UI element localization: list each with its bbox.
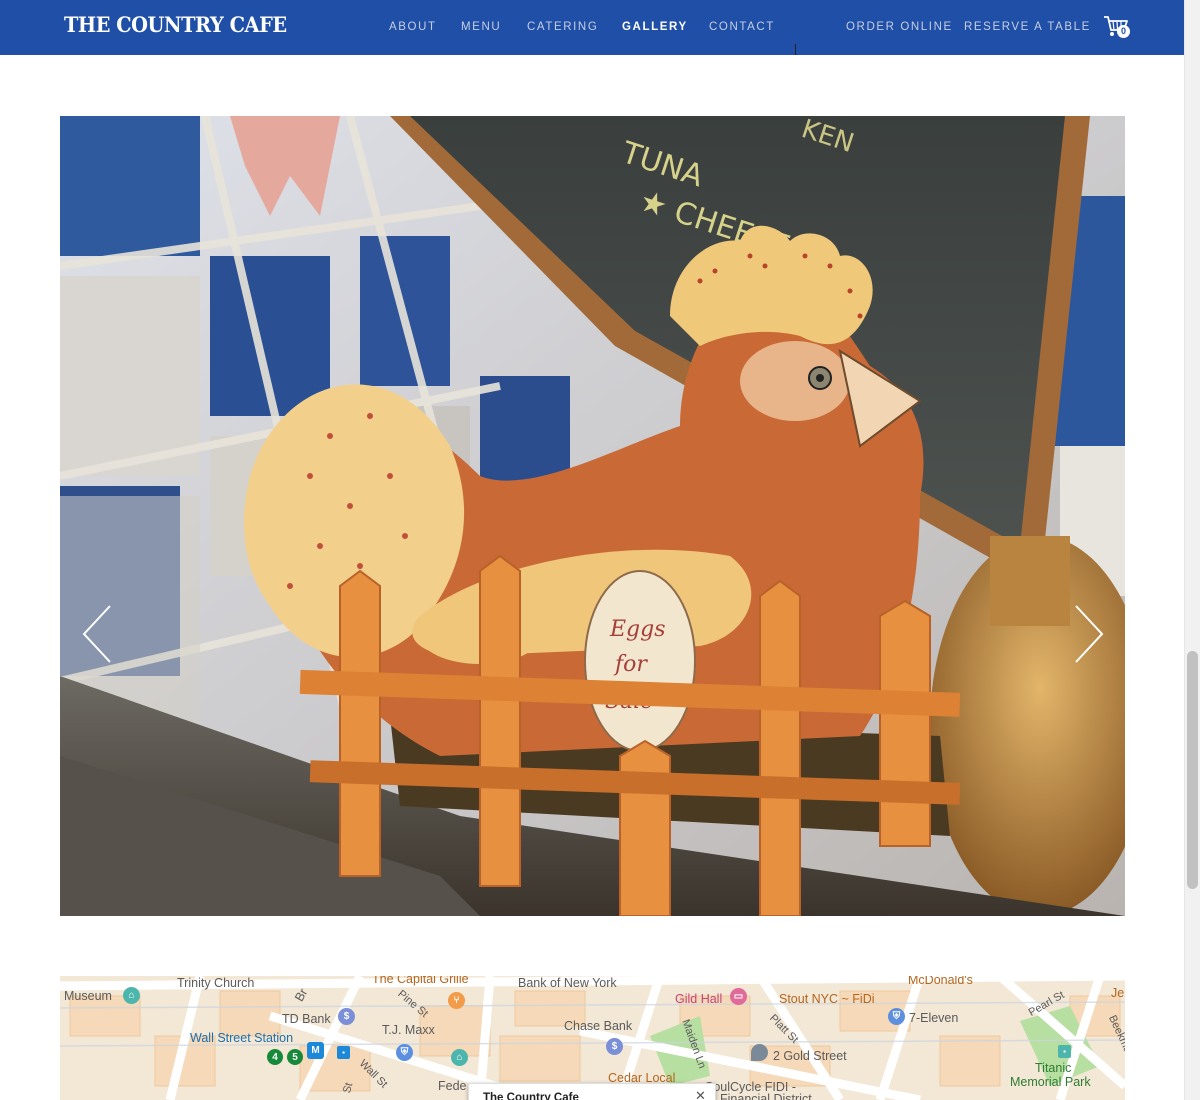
map-label-tj-maxx: T.J. Maxx [382,1023,435,1037]
infowindow-title: The Country Cafe [483,1092,579,1100]
gallery-next-arrow[interactable] [1068,604,1108,664]
subway-line-4[interactable]: 4 [267,1049,283,1065]
nav-about[interactable]: ABOUT [389,21,437,33]
close-icon[interactable]: ✕ [695,1088,706,1100]
map-label-2-gold-street: 2 Gold Street [773,1049,847,1063]
subway-line-5[interactable]: 5 [287,1049,303,1065]
gallery-prev-arrow[interactable] [78,604,118,664]
cart-count-badge: 0 [1117,25,1130,38]
map-infowindow: The Country Cafe ✕ [468,1083,716,1100]
subway-station-icon[interactable]: M [307,1042,324,1059]
landmark-icon[interactable]: ⌂ [451,1049,468,1066]
gallery-slider: TUNA ★ CHEESE KEN Eggs for [60,116,1125,916]
store-icon[interactable]: ⛨ [888,1008,905,1025]
museum-icon[interactable]: ⌂ [123,987,140,1004]
map-label-td-bank: TD Bank [282,1012,331,1026]
map-label-fede: Fede [438,1079,467,1093]
bank-icon-chase[interactable]: $ [606,1038,623,1055]
gallery-photo-wooden-hen: TUNA ★ CHEESE KEN Eggs for [60,116,1125,916]
map-label-gild-hall: Gild Hall [675,992,723,1006]
map-label-chase-bank: Chase Bank [564,1019,633,1033]
location-pin-icon[interactable] [751,1044,768,1061]
shopping-icon[interactable]: ⛨ [396,1044,413,1061]
bus-stop-icon[interactable]: ▪ [337,1046,350,1059]
map-label-stout: Stout NYC ~ FiDi [779,992,875,1006]
scrollbar-thumb[interactable] [1187,651,1198,889]
order-online-link[interactable]: ORDER ONLINE [846,21,953,33]
nav-contact[interactable]: CONTACT [709,21,775,33]
site-header: THE COUNTRY CAFE ABOUT MENU CATERING GAL… [0,0,1184,55]
restaurant-icon[interactable]: ⑂ [448,992,465,1009]
text-cursor [795,44,796,55]
map-label-titanic: Titanic [1035,1061,1072,1075]
page-scrollbar[interactable] [1184,0,1200,1100]
reserve-table-link[interactable]: RESERVE A TABLE [964,21,1091,33]
nav-catering[interactable]: CATERING [527,21,598,33]
map-label-7-eleven: 7-Eleven [909,1011,959,1025]
map-label-mcdonalds: McDonald's [908,976,973,987]
nav-gallery[interactable]: GALLERY [622,21,688,33]
map-label-bank-of-new-york: Bank of New York [518,976,617,990]
map-label-financial-district: Financial District [720,1092,812,1100]
map-label-je: Je [1111,986,1125,1000]
park-icon[interactable]: ▪ [1058,1045,1071,1058]
nav-menu[interactable]: MENU [461,21,501,33]
map-label-memorial-park: Memorial Park [1010,1075,1091,1089]
egg-sign-eggs: Eggs [609,617,666,642]
bank-icon[interactable]: $ [338,1008,355,1025]
egg-sign-for: for [613,652,648,677]
map-label-capital-grille: The Capital Grille [372,976,469,986]
location-map[interactable]: Museum ⌂ Trinity Church Br The Capital G… [60,976,1125,1100]
site-logo[interactable]: THE COUNTRY CAFE [64,12,287,37]
map-label-wall-street-station: Wall Street Station [190,1031,294,1045]
hotel-icon[interactable]: ▭ [730,988,747,1005]
map-label-trinity-church: Trinity Church [177,976,255,990]
map-label-museum: Museum [64,989,112,1003]
